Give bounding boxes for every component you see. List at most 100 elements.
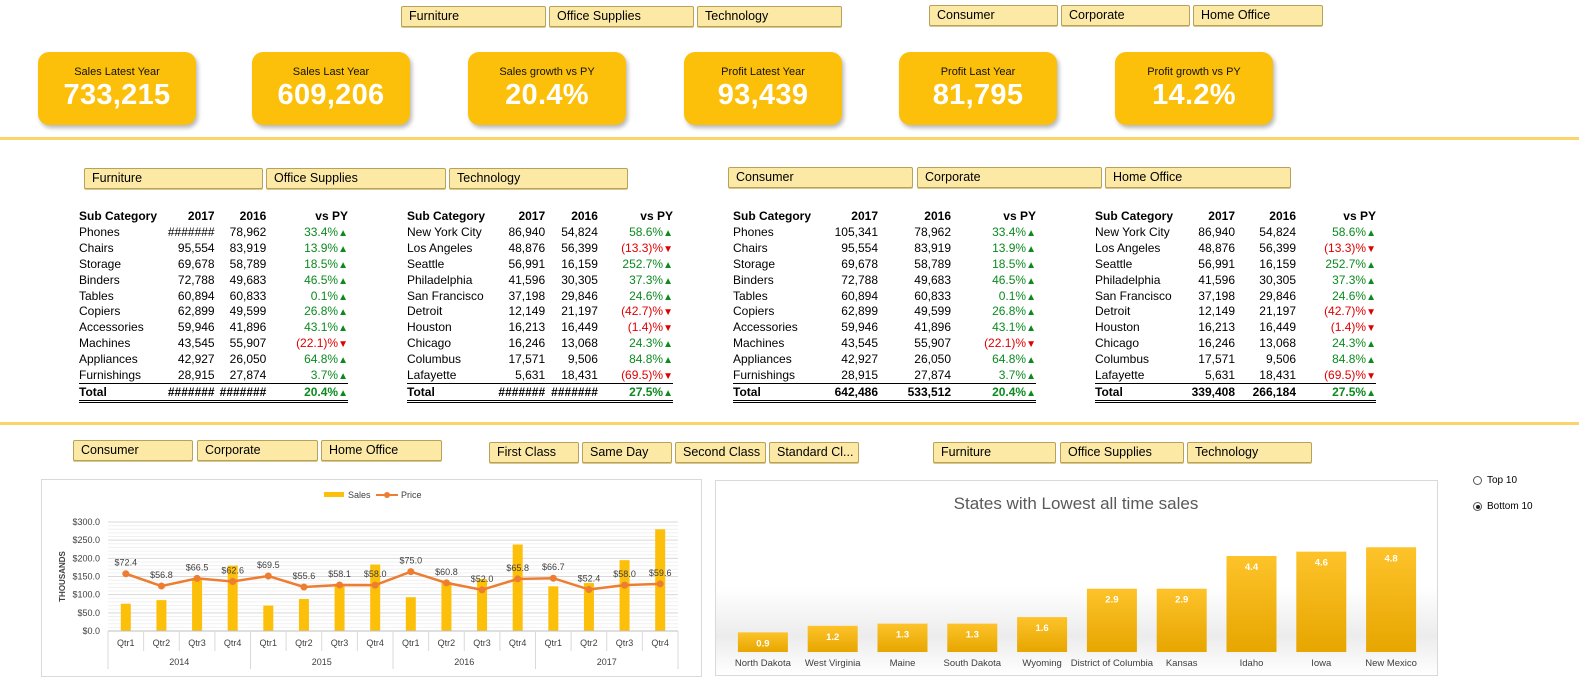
slicer-consumer[interactable]: Consumer: [929, 5, 1058, 26]
quarter-label: Qtr3: [616, 638, 634, 648]
value-cell: 16,449: [1259, 320, 1296, 335]
change-down-cell: (13.3)%: [598, 240, 673, 256]
value-cell: 58,789: [914, 256, 951, 271]
state-name-label: South Dakota: [944, 658, 1002, 669]
value-cell: #######: [214, 382, 267, 403]
slicer-corporate[interactable]: Corporate: [1061, 5, 1190, 26]
slicer-first-class[interactable]: First Class: [489, 442, 579, 463]
sales-bar: [655, 529, 666, 631]
table-row: Chairs 95,554 83,919 13.9%: [733, 240, 1036, 256]
price-data-label: $72.4: [115, 558, 138, 568]
value-cell: 49,683: [914, 272, 951, 287]
slicer-standard-class[interactable]: Standard Cl...: [769, 442, 859, 463]
slicer-furniture[interactable]: Furniture: [401, 6, 546, 27]
value-cell: 83,919: [914, 240, 951, 255]
value-cell: 13,068: [561, 336, 598, 351]
slicer-corporate[interactable]: Corporate: [917, 167, 1102, 188]
value-cell: 60,833: [914, 288, 951, 303]
table-header-row: Sub Category 2017 2016 vs PY: [79, 208, 348, 224]
row-label: Los Angeles: [1095, 240, 1161, 255]
value-cell: 21,197: [561, 304, 598, 319]
quarter-label: Qtr4: [651, 638, 669, 648]
slicer-consumer[interactable]: Consumer: [73, 440, 193, 461]
kpi-value: 81,795: [932, 79, 1024, 111]
value-cell: 16,246: [1198, 336, 1235, 351]
price-marker: [264, 572, 272, 580]
change-up-cell: 46.5%: [266, 272, 348, 288]
slicer-technology[interactable]: Technology: [1187, 442, 1312, 463]
radio-top-10[interactable]: Top 10: [1473, 475, 1517, 486]
table-row: San Francisco 37,198 29,846 24.6%: [407, 288, 673, 304]
quarter-label: Qtr4: [224, 638, 242, 648]
slicer-same-day[interactable]: Same Day: [582, 442, 672, 463]
value-cell: 26,050: [914, 352, 951, 367]
column-header: 2017: [518, 208, 546, 223]
price-data-label: $60.8: [435, 567, 458, 577]
value-cell: 59,946: [177, 320, 215, 335]
change-down-cell: (22.1)%: [266, 335, 348, 351]
change-up-cell: 3.7%: [266, 367, 348, 383]
value-cell: 60,894: [841, 288, 878, 303]
row-label: Philadelphia: [407, 272, 473, 287]
quarter-label: Qtr1: [545, 638, 563, 648]
slicer-office-supplies[interactable]: Office Supplies: [549, 6, 694, 27]
slicer-home-office[interactable]: Home Office: [1105, 167, 1291, 188]
column-header: 2016: [924, 208, 951, 223]
value-cell: 18,431: [561, 367, 598, 382]
value-cell: 59,946: [841, 320, 878, 335]
table-row: Tables 60,894 60,833 0.1%: [733, 288, 1036, 304]
table-row: Houston 16,213 16,449 (1.4)%: [1095, 319, 1376, 335]
city-table-category: Sub Category 2017 2016 vs PY New York City 86…: [407, 208, 673, 403]
table-header-row: Sub Category 2017 2016 vs PY: [733, 208, 1036, 224]
slicer-furniture[interactable]: Furniture: [933, 442, 1056, 463]
column-header: 2017: [1208, 208, 1235, 223]
table-row: Storage 69,678 58,789 18.5%: [79, 256, 348, 272]
value-cell: 62,899: [841, 304, 878, 319]
slicer-consumer[interactable]: Consumer: [728, 167, 913, 188]
slicer-second-class[interactable]: Second Class: [675, 442, 766, 463]
change-down-cell: (1.4)%: [1296, 319, 1376, 335]
state-name-label: Maine: [890, 658, 916, 669]
slicer-technology[interactable]: Technology: [449, 168, 628, 189]
value-cell: 28,915: [177, 367, 215, 382]
slicer-home-office[interactable]: Home Office: [321, 440, 442, 461]
price-data-label: $69.5: [257, 560, 280, 570]
quarter-label: Qtr2: [295, 638, 313, 648]
row-label: Seattle: [1095, 256, 1133, 271]
row-label: Houston: [1095, 320, 1140, 335]
radio-label: Bottom 10: [1487, 501, 1533, 512]
price-marker: [478, 586, 486, 594]
y-tick-label: $0.0: [82, 626, 100, 636]
row-label: Lafayette: [407, 367, 457, 382]
value-cell: 78,962: [914, 224, 951, 239]
value-cell: 16,213: [1198, 320, 1235, 335]
value-cell: 48,876: [508, 240, 546, 255]
value-cell: 13,068: [1259, 336, 1296, 351]
slicer-corporate[interactable]: Corporate: [197, 440, 318, 461]
slicer-office-supplies[interactable]: Office Supplies: [266, 168, 446, 189]
change-up-cell: 24.3%: [1296, 335, 1376, 351]
change-up-cell: 33.4%: [951, 224, 1036, 240]
value-cell: 42,927: [177, 352, 215, 367]
section-divider: [0, 137, 1579, 140]
quarter-label: Qtr4: [509, 638, 527, 648]
value-cell: #######: [167, 224, 215, 239]
radio-bottom-10[interactable]: Bottom 10: [1473, 501, 1533, 512]
change-up-cell: 27.5%: [597, 382, 673, 403]
price-marker: [300, 583, 308, 591]
slicer-home-office[interactable]: Home Office: [1193, 5, 1323, 26]
y-tick-label: $150.0: [72, 572, 100, 582]
value-cell: 56,991: [508, 256, 546, 271]
slicer-technology[interactable]: Technology: [697, 6, 842, 27]
column-header: 2016: [1269, 208, 1296, 223]
value-cell: 43,545: [177, 336, 215, 351]
quarter-label: Qtr2: [580, 638, 598, 648]
quarter-label: Qtr3: [188, 638, 206, 648]
table-row: Houston 16,213 16,449 (1.4)%: [407, 319, 673, 335]
change-down-cell: (69.5)%: [598, 367, 673, 383]
slicer-furniture[interactable]: Furniture: [84, 168, 263, 189]
value-cell: 41,596: [508, 272, 546, 287]
value-cell: 49,683: [229, 272, 267, 287]
row-label: Detroit: [407, 304, 443, 319]
slicer-office-supplies[interactable]: Office Supplies: [1060, 442, 1184, 463]
